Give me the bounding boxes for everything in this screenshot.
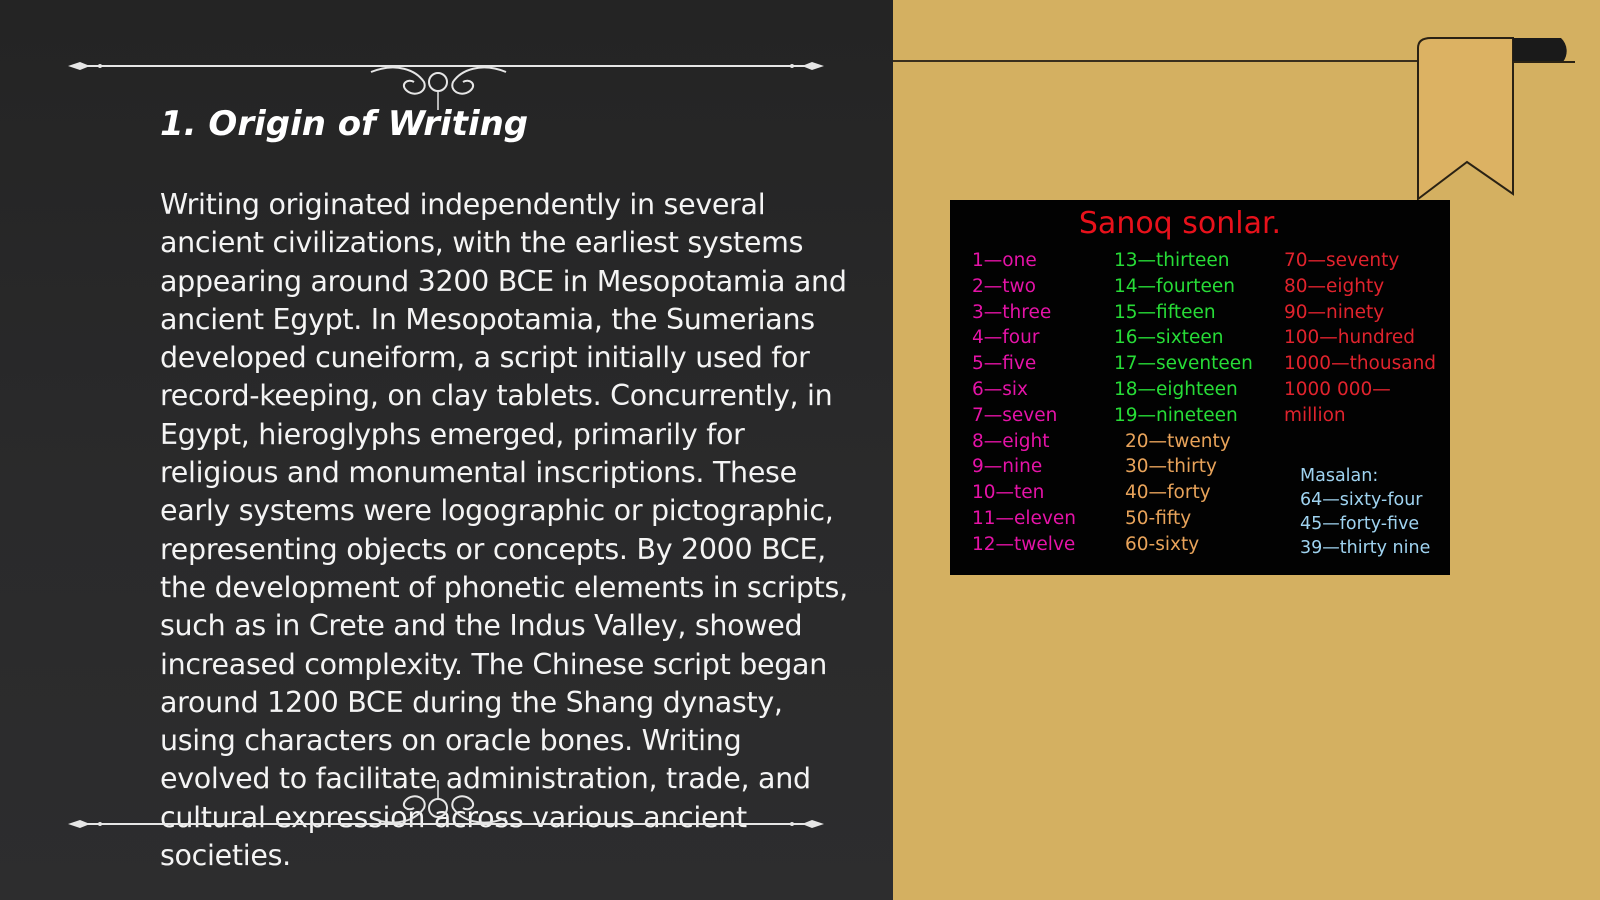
examples-list: Masalan: 64—sixty-four 45—forty-five 39—…	[1300, 464, 1430, 560]
list-item: million	[1284, 404, 1346, 426]
list-item: 7—seven	[972, 404, 1058, 426]
list-item: 4—four	[972, 327, 1040, 349]
list-item: 6—six	[972, 378, 1028, 400]
list-item: 17—seventeen	[1114, 353, 1253, 375]
text-panel: 1. Origin of Writing Writing originated …	[0, 0, 893, 900]
list-item: 18—eighteen	[1114, 378, 1238, 400]
list-item: 1000 000—	[1284, 378, 1391, 400]
list-item: 60-sixty	[1125, 533, 1200, 555]
bookmark-ribbon-icon	[1417, 37, 1575, 200]
list-item: 64—sixty-four	[1300, 490, 1423, 510]
list-item: 10—ten	[972, 482, 1045, 504]
list-item: 3—three	[972, 301, 1052, 323]
list-item: 14—fourteen	[1114, 275, 1235, 297]
list-item: 15—fifteen	[1114, 301, 1216, 323]
list-item: 16—sixteen	[1114, 327, 1224, 349]
list-item: 80—eighty	[1284, 275, 1385, 297]
examples-heading: Masalan:	[1300, 466, 1379, 486]
slide-title: 1. Origin of Writing	[160, 104, 529, 144]
list-item: 1—one	[972, 250, 1037, 271]
list-item: 20—twenty	[1125, 430, 1231, 452]
ornament-divider-bottom	[68, 780, 824, 828]
list-item: 50-fifty	[1125, 507, 1192, 529]
numbers-column-1: 1—one 2—two 3—three 4—four 5—five 6—six …	[972, 248, 1076, 558]
list-item: 30—thirty	[1125, 456, 1217, 478]
list-item: 100—hundred	[1284, 327, 1416, 349]
list-item: 39—thirty nine	[1300, 538, 1431, 558]
list-item: 8—eight	[972, 430, 1050, 452]
numbers-column-3: 70—seventy 80—eighty 90—ninety 100—hundr…	[1284, 248, 1436, 429]
list-item: 70—seventy	[1284, 250, 1400, 271]
numbers-column-2: 13—thirteen 14—fourteen 15—fifteen 16—si…	[1114, 248, 1253, 558]
list-item: 9—nine	[972, 456, 1043, 478]
horizontal-rule	[893, 60, 1453, 62]
list-item: 1000—thousand	[1284, 353, 1437, 375]
slide-body-text: Writing originated independently in seve…	[160, 188, 848, 873]
image-panel: Sanoq sonlar. 1—one 2—two 3—three 4—four…	[893, 0, 1600, 900]
list-item: 19—nineteen	[1114, 404, 1238, 426]
image-title: Sanoq sonlar.	[1078, 206, 1282, 241]
list-item: 5—five	[972, 353, 1037, 375]
list-item: 12—twelve	[972, 533, 1076, 555]
list-item: 11—eleven	[972, 507, 1076, 529]
list-item: 13—thirteen	[1114, 250, 1230, 271]
list-item: 90—ninety	[1284, 301, 1385, 323]
list-item: 40—forty	[1125, 482, 1211, 504]
numbers-vocabulary-image: Sanoq sonlar. 1—one 2—two 3—three 4—four…	[950, 200, 1450, 575]
list-item: 45—forty-five	[1300, 514, 1420, 534]
ornament-divider-top	[68, 62, 824, 110]
list-item: 2—two	[972, 275, 1036, 297]
